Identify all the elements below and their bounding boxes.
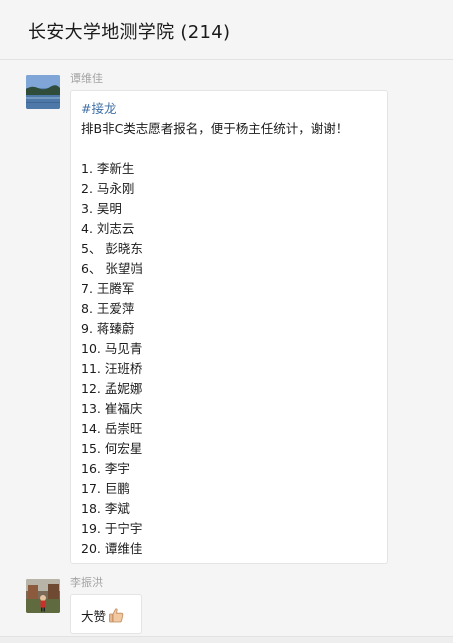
message-bubble[interactable]: 大赞 bbox=[70, 594, 142, 634]
solitaire-tag[interactable]: #接龙 bbox=[81, 99, 377, 119]
list-item: 3. 吴明 bbox=[81, 201, 122, 216]
list-item: 6、 张望岿 bbox=[81, 261, 143, 276]
message-text: 大赞 bbox=[81, 609, 107, 624]
sender-name: 谭维佳 bbox=[70, 72, 103, 85]
chat-title: 长安大学地测学院 (214) bbox=[28, 22, 231, 43]
avatar[interactable] bbox=[26, 579, 60, 613]
list-item: 7. 王腾军 bbox=[81, 281, 135, 296]
chat-header: 长安大学地测学院 (214) bbox=[0, 0, 453, 60]
list-item: 13. 崔福庆 bbox=[81, 401, 143, 416]
list-item: 12. 孟妮娜 bbox=[81, 381, 143, 396]
message-intro: 排B非C类志愿者报名，便于杨主任统计，谢谢！ bbox=[81, 121, 349, 136]
list-item: 8. 王爱萍 bbox=[81, 301, 135, 316]
list-item: 14. 岳崇旺 bbox=[81, 421, 143, 436]
list-item: 20. 谭维佳 bbox=[81, 541, 143, 556]
list-item: 15. 何宏星 bbox=[81, 441, 143, 456]
list-item: 10. 马见青 bbox=[81, 341, 143, 356]
list-item: 4. 刘志云 bbox=[81, 221, 135, 236]
list-item: 18. 李斌 bbox=[81, 501, 130, 516]
avatar[interactable] bbox=[26, 75, 60, 109]
list-item: 11. 汪班桥 bbox=[81, 361, 143, 376]
sender-name: 李振洪 bbox=[70, 576, 103, 589]
list-item: 17. 巨鹏 bbox=[81, 481, 130, 496]
list-item: 2. 马永刚 bbox=[81, 181, 135, 196]
list-item: 5、 彭晓东 bbox=[81, 241, 143, 256]
thumbs-up-icon bbox=[108, 607, 125, 627]
list-item: 19. 于宁宇 bbox=[81, 521, 143, 536]
list-item: 1. 李新生 bbox=[81, 161, 135, 176]
list-item: 9. 蒋臻蔚 bbox=[81, 321, 135, 336]
signup-list: 1. 李新生 2. 马永刚 3. 吴明 4. 刘志云 5、 彭晓东 6、 张望岿… bbox=[81, 159, 377, 559]
message-bubble[interactable]: #接龙 排B非C类志愿者报名，便于杨主任统计，谢谢！ 1. 李新生 2. 马永刚… bbox=[70, 90, 388, 564]
list-item: 16. 李宇 bbox=[81, 461, 130, 476]
